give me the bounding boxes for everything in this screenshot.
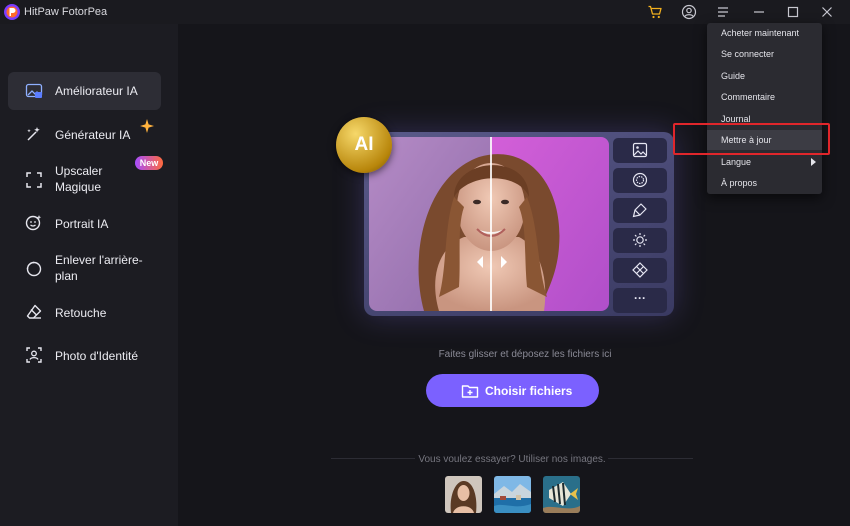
divider-left [331, 458, 415, 459]
ai-badge: AI [336, 117, 392, 173]
expand-icon [26, 172, 42, 188]
brush-icon [632, 203, 647, 218]
more-icon: ··· [634, 291, 646, 305]
choose-files-label: Choisir fichiers [485, 384, 573, 398]
sidebar-item-ai-generator[interactable]: Générateur IA [8, 115, 161, 153]
cart-icon[interactable] [647, 4, 663, 20]
compare-slider-handle[interactable] [475, 256, 509, 268]
sidebar-item-label: Upscaler Magique [55, 164, 103, 194]
sidebar-item-ai-enhancer[interactable]: Améliorateur IA [8, 72, 161, 110]
sidebar-item-label: Améliorateur IA [55, 84, 138, 98]
sidebar-item-retouch[interactable]: Retouche [8, 293, 161, 331]
update-highlight-annotation [673, 123, 830, 155]
sidebar-item-label: Portrait IA [55, 217, 109, 231]
tool-image-button[interactable] [613, 138, 667, 163]
menu-item-guide[interactable]: Guide [707, 66, 822, 86]
image-icon [632, 142, 648, 158]
tool-more-button[interactable]: ··· [613, 288, 667, 313]
choose-files-button[interactable]: Choisir fichiers [426, 374, 599, 407]
sample-image-fish[interactable] [543, 476, 580, 513]
app-title: HitPaw FotorPea [24, 6, 108, 18]
tool-shapes-button[interactable] [613, 258, 667, 283]
sample-image-portrait[interactable] [445, 476, 482, 513]
menu-item-buy-now[interactable]: Acheter maintenant [707, 23, 822, 43]
eraser-icon [26, 304, 42, 319]
app-logo-icon [4, 4, 20, 20]
tool-brush-button[interactable] [613, 198, 667, 223]
hero-preview-image [369, 137, 609, 311]
shapes-icon [632, 262, 648, 278]
tool-brightness-button[interactable] [613, 228, 667, 253]
magic-wand-icon [27, 127, 40, 141]
drop-hint: Faites glisser et déposez les fichiers i… [438, 349, 612, 360]
new-badge: New [135, 156, 163, 170]
sidebar-item-label: Générateur IA [55, 128, 131, 142]
sparkle-icon [140, 119, 154, 133]
account-icon[interactable] [681, 4, 697, 20]
sample-image-coast[interactable] [494, 476, 531, 513]
menu-item-feedback[interactable]: Commentaire [707, 87, 822, 107]
divider-right [608, 458, 693, 459]
submenu-arrow-icon [811, 158, 816, 166]
sidebar-item-label: Photo d'Identité [55, 349, 139, 363]
menu-item-sign-in[interactable]: Se connecter [707, 44, 822, 64]
maximize-icon[interactable] [785, 4, 801, 20]
main-menu-dropdown: Acheter maintenant Se connecter Guide Co… [707, 23, 822, 194]
image-enhance-icon [25, 83, 43, 98]
sidebar-item-id-photo[interactable]: Photo d'Identité [8, 336, 161, 374]
filter-icon [632, 172, 648, 188]
brightness-icon [633, 233, 647, 247]
sample-images-label: Vous voulez essayer? Utiliser nos images… [418, 454, 606, 465]
sidebar-item-label: Retouche [55, 306, 107, 320]
portrait-icon [25, 215, 42, 231]
close-icon[interactable] [819, 4, 835, 20]
menu-icon[interactable] [715, 4, 731, 20]
remove-bg-icon [26, 261, 42, 277]
id-photo-icon [26, 347, 42, 363]
tool-filter-button[interactable] [613, 168, 667, 193]
sidebar-item-label: Enlever l'arrière-plan [55, 253, 143, 283]
menu-item-about[interactable]: À propos [707, 173, 822, 193]
sidebar-item-remove-background[interactable]: Enlever l'arrière-plan [8, 248, 161, 290]
minimize-icon[interactable] [751, 4, 767, 20]
title-bar: HitPaw FotorPea [0, 0, 850, 24]
add-folder-icon [461, 385, 479, 398]
sidebar-item-ai-portrait[interactable]: Portrait IA [8, 204, 161, 242]
menu-item-language[interactable]: Langue [707, 152, 822, 172]
